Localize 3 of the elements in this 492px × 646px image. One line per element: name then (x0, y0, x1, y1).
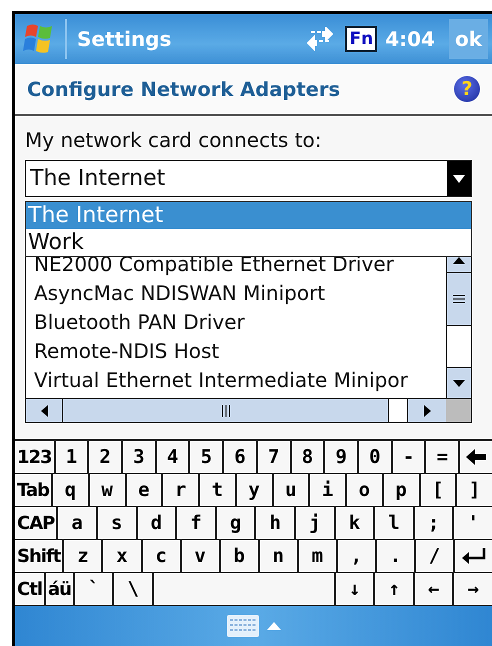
field-label: My network card connects to: (25, 128, 323, 152)
window-title: Settings (77, 27, 172, 51)
page-heading: Configure Network Adapters (27, 78, 342, 100)
